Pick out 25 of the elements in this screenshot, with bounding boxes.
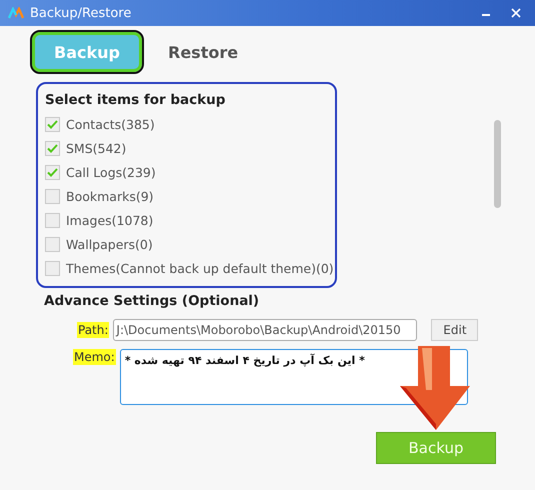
checkbox[interactable] — [45, 188, 60, 204]
item-label: Wallpapers(0) — [66, 236, 153, 252]
panel-heading: Select items for backup — [45, 92, 226, 108]
path-field[interactable]: J:\Documents\Moborobo\Backup\Android\20150 — [113, 319, 418, 341]
checkbox[interactable] — [45, 164, 60, 180]
scrollbar-thumb[interactable] — [494, 120, 501, 208]
item-label: Images(1078) — [66, 212, 154, 228]
checkbox[interactable] — [45, 212, 60, 228]
item-label: SMS(542) — [66, 140, 126, 156]
close-icon[interactable] — [511, 8, 521, 18]
checkbox[interactable] — [45, 236, 60, 252]
path-label: Path: — [77, 322, 110, 338]
tab[interactable]: Restore — [168, 35, 238, 69]
window-title: Backup/Restore — [30, 6, 132, 20]
item-label: Call Logs(239) — [66, 164, 156, 180]
app-logo-icon — [8, 7, 24, 19]
edit-button[interactable]: Edit — [431, 319, 478, 341]
item-label: Contacts(385) — [66, 116, 155, 132]
checkbox[interactable] — [45, 260, 60, 276]
checkbox[interactable] — [45, 140, 60, 156]
section-heading: Advance Settings (Optional) — [44, 293, 260, 309]
item-label: Bookmarks(9) — [66, 188, 154, 204]
item-label: Themes(Cannot back up default theme)(0) — [66, 260, 334, 276]
memo-label: Memo: — [73, 349, 116, 365]
checkbox[interactable] — [45, 116, 60, 132]
